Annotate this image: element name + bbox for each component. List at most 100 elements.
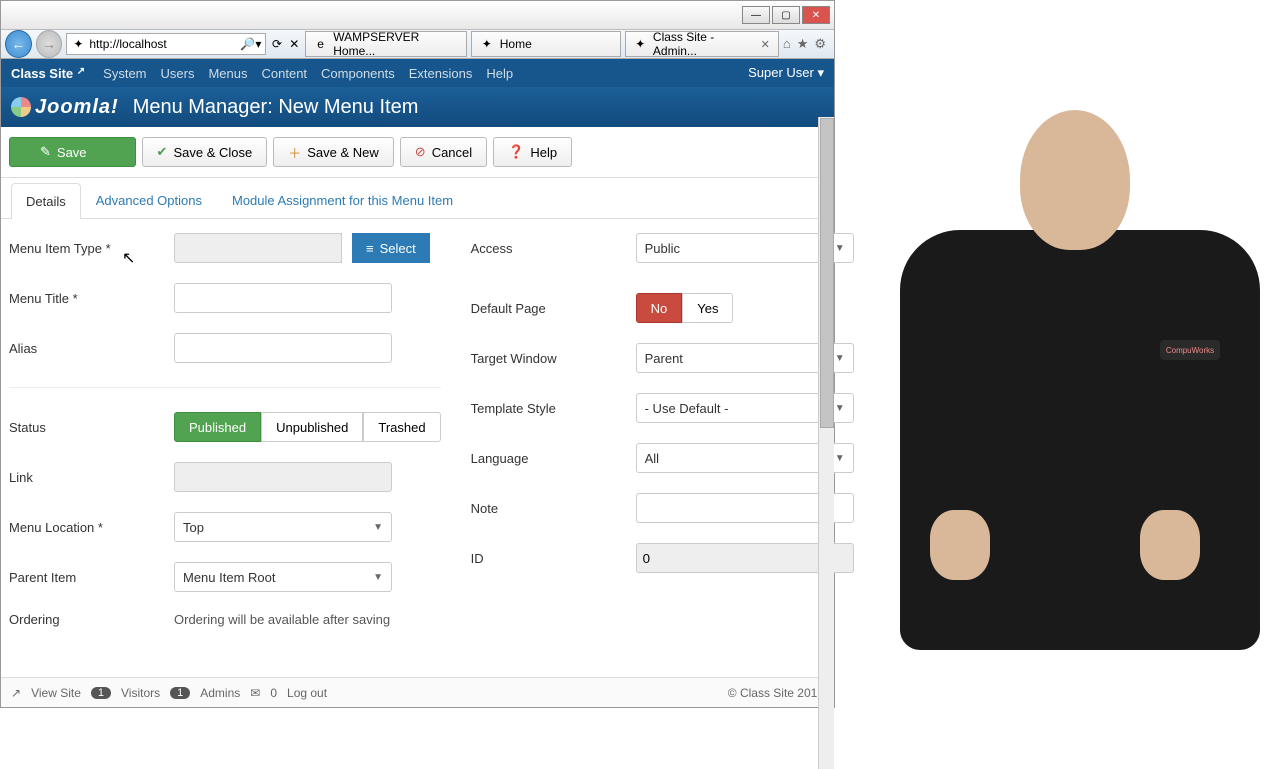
language-label: Language <box>471 451 626 466</box>
menu-help[interactable]: Help <box>486 66 513 81</box>
action-toolbar: ✎Save ✔Save & Close ＋Save & New ⊘Cancel … <box>1 127 834 178</box>
scrollbar-thumb[interactable] <box>820 118 834 428</box>
presenter-logo: CompuWorks <box>1160 340 1220 360</box>
menu-title-label: Menu Title * <box>9 291 164 306</box>
admin-footer: ↗ View Site 1 Visitors 1 Admins ✉ 0 Log … <box>1 677 834 707</box>
form-tabs: Details Advanced Options Module Assignme… <box>1 182 834 219</box>
list-icon: ≡ <box>366 241 374 256</box>
save-close-button[interactable]: ✔Save & Close <box>142 137 268 167</box>
browser-tab-wamp[interactable]: e WAMPSERVER Home... <box>305 31 467 57</box>
template-style-label: Template Style <box>471 401 626 416</box>
menu-title-input[interactable] <box>174 283 392 313</box>
save-icon: ✎ <box>40 144 51 160</box>
status-label: Status <box>9 420 164 435</box>
window-titlebar: — ▢ ✕ <box>1 1 834 29</box>
save-new-button[interactable]: ＋Save & New <box>273 137 394 167</box>
save-button[interactable]: ✎Save <box>9 137 136 167</box>
joomla-favicon: ✦ <box>71 37 85 51</box>
external-icon: ↗ <box>11 686 21 700</box>
help-button[interactable]: ❓Help <box>493 137 572 167</box>
mail-icon: ✉ <box>250 686 260 700</box>
chevron-down-icon: ▼ <box>373 522 383 533</box>
external-icon: ↗ <box>77 66 85 77</box>
maximize-button[interactable]: ▢ <box>772 6 800 24</box>
admin-menubar: Class Site ↗ System Users Menus Content … <box>1 59 834 87</box>
status-group: Published Unpublished Trashed <box>174 412 441 442</box>
default-page-group: No Yes <box>636 293 734 323</box>
browser-window: — ▢ ✕ ← → ✦ http://localhost 🔎▾ ⟳ ✕ e WA… <box>0 0 835 708</box>
view-site-link[interactable]: View Site <box>31 686 81 700</box>
parent-item-select[interactable]: Menu Item Root▼ <box>174 562 392 592</box>
status-trashed[interactable]: Trashed <box>363 412 440 442</box>
favorites-icon[interactable]: ★ <box>797 36 809 52</box>
presenter-overlay: CompuWorks <box>840 80 1280 720</box>
status-published[interactable]: Published <box>174 412 261 442</box>
forward-button[interactable]: → <box>36 30 63 58</box>
parent-item-label: Parent Item <box>9 570 164 585</box>
admins-label[interactable]: Admins <box>200 686 240 700</box>
address-bar[interactable]: ✦ http://localhost 🔎▾ <box>66 33 266 55</box>
joomla-favicon: ✦ <box>634 37 647 51</box>
help-icon: ❓ <box>508 144 524 160</box>
refresh-icon[interactable]: ⟳ <box>270 37 283 51</box>
menu-item-type-input <box>174 233 342 263</box>
default-yes[interactable]: Yes <box>682 293 733 323</box>
alias-label: Alias <box>9 341 164 356</box>
close-button[interactable]: ✕ <box>802 6 830 24</box>
stop-icon[interactable]: ✕ <box>288 37 301 51</box>
browser-tab-home[interactable]: ✦ Home <box>471 31 621 57</box>
menu-menus[interactable]: Menus <box>208 66 247 81</box>
menu-components[interactable]: Components <box>321 66 395 81</box>
joomla-logo: Joomla! <box>11 96 119 119</box>
link-label: Link <box>9 470 164 485</box>
note-label: Note <box>471 501 626 516</box>
plus-icon: ＋ <box>288 143 301 162</box>
gear-icon[interactable]: ⚙ <box>814 36 826 52</box>
chevron-down-icon: ▼ <box>373 572 383 583</box>
browser-tab-admin[interactable]: ✦ Class Site - Admin... ✕ <box>625 31 779 57</box>
logout-link[interactable]: Log out <box>287 686 327 700</box>
menu-system[interactable]: System <box>103 66 146 81</box>
left-column: Menu Item Type * ≡Select Menu Title * Al… <box>9 233 441 627</box>
minimize-button[interactable]: — <box>742 6 770 24</box>
home-icon[interactable]: ⌂ <box>783 36 791 52</box>
status-unpublished[interactable]: Unpublished <box>261 412 363 442</box>
search-dropdown-icon[interactable]: 🔎▾ <box>240 37 261 51</box>
menu-content[interactable]: Content <box>262 66 308 81</box>
check-icon: ✔ <box>157 144 168 160</box>
target-window-label: Target Window <box>471 351 626 366</box>
right-column: Access Public▼ Default Page No Yes Targe… <box>471 233 854 627</box>
ordering-label: Ordering <box>9 612 164 627</box>
details-form: Menu Item Type * ≡Select Menu Title * Al… <box>1 219 834 647</box>
ie-icon: e <box>314 37 327 51</box>
browser-tools: ⌂ ★ ⚙ <box>783 36 830 52</box>
tab-advanced[interactable]: Advanced Options <box>81 182 217 218</box>
vertical-scrollbar[interactable] <box>818 117 834 769</box>
default-no[interactable]: No <box>636 293 683 323</box>
cancel-button[interactable]: ⊘Cancel <box>400 137 487 167</box>
admins-count: 1 <box>170 687 190 699</box>
link-input <box>174 462 392 492</box>
joomla-favicon: ✦ <box>480 37 494 51</box>
url-text: http://localhost <box>89 37 166 51</box>
select-type-button[interactable]: ≡Select <box>352 233 430 263</box>
cancel-icon: ⊘ <box>415 144 426 160</box>
menu-extensions[interactable]: Extensions <box>409 66 473 81</box>
tab-close-icon[interactable]: ✕ <box>761 38 770 51</box>
menu-location-label: Menu Location * <box>9 520 164 535</box>
alias-input[interactable] <box>174 333 392 363</box>
menu-item-type-label: Menu Item Type * <box>9 241 164 256</box>
site-name[interactable]: Class Site ↗ <box>11 66 85 81</box>
menu-location-select[interactable]: Top▼ <box>174 512 392 542</box>
tab-details[interactable]: Details <box>11 183 81 219</box>
visitors-count: 1 <box>91 687 111 699</box>
default-page-label: Default Page <box>471 301 626 316</box>
messages-count[interactable]: 0 <box>270 686 277 700</box>
page-header: Joomla! Menu Manager: New Menu Item <box>1 87 834 127</box>
menu-users[interactable]: Users <box>161 66 195 81</box>
browser-toolbar: ← → ✦ http://localhost 🔎▾ ⟳ ✕ e WAMPSERV… <box>1 29 834 59</box>
tab-module[interactable]: Module Assignment for this Menu Item <box>217 182 468 218</box>
back-button[interactable]: ← <box>5 30 32 58</box>
visitors-label[interactable]: Visitors <box>121 686 160 700</box>
user-menu[interactable]: Super User ▾ <box>748 65 824 81</box>
